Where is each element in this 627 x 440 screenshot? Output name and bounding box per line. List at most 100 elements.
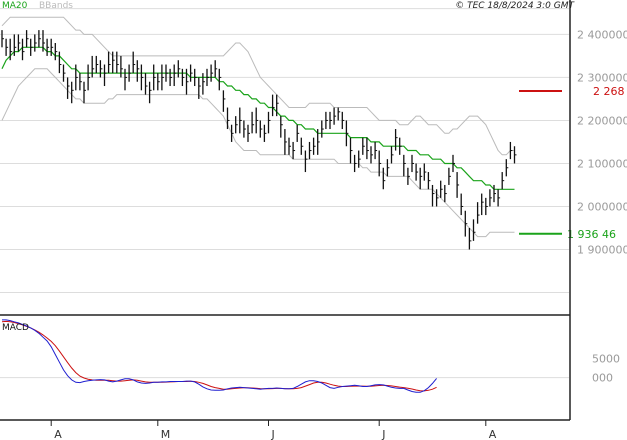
ohlc-bar	[25, 30, 29, 48]
ohlc-bar	[440, 180, 443, 198]
ohlc-bar	[263, 124, 267, 142]
axes: 1 900000 2 000000 2 100000 2 200000 2 300000…	[0, 0, 627, 440]
moving-average	[1, 46, 515, 190]
ohlc-bar	[239, 107, 242, 134]
ohlc-bar	[144, 73, 148, 95]
ohlc-bar	[505, 159, 509, 177]
ohlc-bar	[452, 154, 455, 173]
ohlc-bar	[345, 120, 349, 147]
price-tick-label: 2 200000	[577, 114, 627, 127]
legend-ma-label: MA20	[2, 1, 28, 11]
ohlc-bar	[374, 141, 378, 160]
price-tick-label: 2 000000	[577, 200, 627, 213]
ohlc-bar	[312, 137, 316, 155]
legend-bands-label: BBands	[39, 1, 73, 11]
price-tick-label: 1 900000	[577, 243, 627, 256]
ohlc-bar	[431, 184, 435, 207]
ohlc-bar	[120, 55, 123, 78]
ohlc-bar	[210, 64, 214, 82]
ohlc-bar	[71, 81, 74, 104]
macd-signal-line	[1, 320, 437, 392]
ohlc-bar	[91, 55, 95, 78]
macd-panel	[0, 319, 569, 393]
ohlc-bar	[116, 51, 119, 74]
ohlc-bar	[140, 64, 144, 91]
ohlc-bar	[13, 34, 17, 56]
ohlc-bar	[366, 137, 369, 160]
ohlc-bar	[394, 129, 398, 151]
ohlc-bar	[235, 116, 238, 134]
ohlc-bar	[62, 64, 66, 82]
high-marker-label: 2 268 5	[593, 85, 627, 98]
price-tick-label: 2 300000	[577, 71, 627, 84]
ohlc-bar	[407, 167, 410, 185]
copyright-text: © TEC 18/8/2024 3:0 GMT	[455, 1, 575, 11]
ohlc-bar	[9, 38, 13, 61]
bollinger-bands	[1, 16, 515, 238]
ohlc-bar	[308, 141, 312, 160]
ohlc-bar	[271, 94, 275, 117]
ohlc-bar	[202, 73, 205, 95]
ohlc-bar	[468, 227, 472, 250]
ohlc-bar	[99, 60, 103, 78]
ohlc-bar	[288, 137, 291, 155]
ohlc-bar	[230, 124, 234, 142]
ohlc-bar	[280, 116, 283, 138]
lower-band-line	[1, 68, 515, 238]
ohlc-bar	[497, 189, 501, 207]
ohlc-bar	[472, 219, 476, 241]
low-marker-label: 1 936 46	[567, 228, 616, 241]
ohlc-bar	[189, 64, 193, 82]
ohlc-bar	[300, 137, 304, 155]
ohlc-bar	[370, 146, 373, 164]
ohlc-bar	[448, 167, 451, 185]
ohlc-bar	[243, 120, 246, 138]
ohlc-bar	[66, 77, 70, 99]
ohlc-bar	[169, 68, 173, 87]
ohlc-bar	[30, 38, 33, 56]
ohlc-bar	[456, 172, 460, 198]
ohlc-bar	[255, 107, 259, 134]
macd-line	[2, 319, 437, 393]
upper-band-line	[1, 16, 515, 156]
macd-panel-title: MACD	[2, 323, 29, 333]
ohlc-bar	[128, 64, 132, 82]
ohlc-bar	[177, 60, 181, 78]
ohlc-bar	[444, 184, 447, 203]
ohlc-bar	[161, 64, 164, 91]
ohlc-bar	[423, 163, 427, 181]
ohlc-bar	[362, 137, 365, 155]
ohlc-bar	[435, 189, 439, 207]
ohlc-bar	[38, 30, 41, 48]
ohlc-bar	[419, 167, 423, 190]
ohlc-bar	[214, 60, 218, 78]
ohlc-bar	[411, 154, 414, 173]
ohlc-bar	[75, 64, 78, 91]
ohlc-bar	[390, 146, 394, 164]
ohlc-bar	[259, 120, 263, 138]
ohlc-bar	[403, 154, 406, 177]
ohlc-bar	[481, 193, 484, 216]
ohlc-bar	[107, 51, 111, 74]
ohlc-bar	[58, 51, 62, 74]
ohlc-bar	[386, 159, 390, 177]
x-tick-label: J	[381, 428, 385, 440]
ohlc-bar	[54, 43, 58, 61]
ohlc-bar	[296, 124, 300, 142]
ohlc-bar	[21, 38, 25, 61]
ohlc-bar	[267, 111, 271, 134]
ohlc-bar	[1, 30, 4, 48]
ohlc-bar	[333, 107, 337, 125]
ohlc-bar	[292, 141, 296, 160]
ohlc-bar	[304, 150, 308, 173]
ohlc-bar	[124, 68, 127, 91]
ohlc-bar	[341, 111, 345, 130]
ohlc-bar	[509, 141, 513, 160]
ohlc-bar	[349, 137, 353, 164]
ohlc-bar	[513, 146, 517, 164]
ohlc-bar	[185, 68, 189, 95]
ohlc-bar	[173, 64, 177, 87]
ohlc-bar	[5, 38, 9, 56]
ohlc-bar	[95, 55, 99, 74]
ohlc-bar	[79, 73, 82, 91]
